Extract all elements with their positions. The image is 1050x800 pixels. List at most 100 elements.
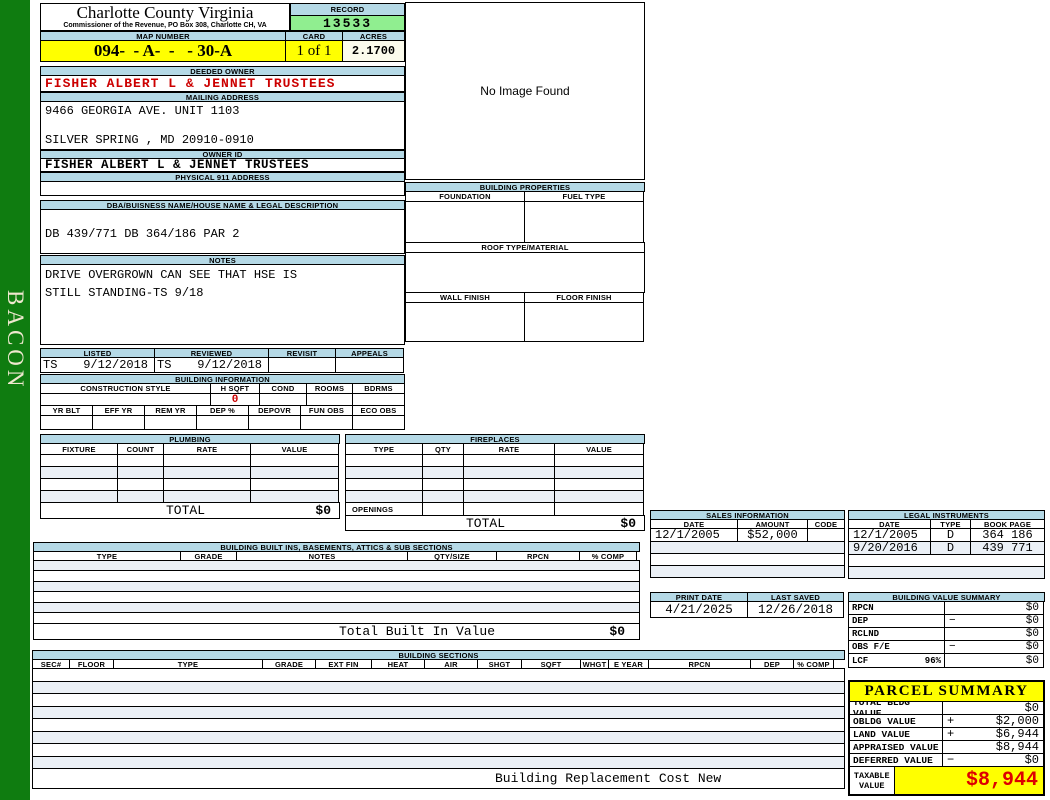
table-row: RPCN $0 <box>848 601 1045 615</box>
ps-value-text: $0 <box>1024 753 1039 767</box>
empty-cell <box>554 502 644 516</box>
li-bookpage-value: 439 771 <box>970 541 1045 555</box>
revisit-value <box>268 357 336 373</box>
empty-cell <box>32 668 845 682</box>
fuel-type-value <box>524 201 644 243</box>
ps-op-text: + <box>947 714 955 728</box>
built-ins-total-label: Total Built In Value <box>339 624 496 639</box>
property-record-card: BACON Charlotte County Virginia Commissi… <box>0 0 1050 800</box>
sales-code-value <box>807 528 845 542</box>
table-row: DEP − $0 <box>848 614 1045 628</box>
ps-value-text: $2,000 <box>995 714 1039 728</box>
building-properties-table: BUILDING PROPERTIES FOUNDATION FUEL TYPE… <box>405 182 645 342</box>
ps-op-text: − <box>947 753 955 767</box>
deeded-owner-value: FISHER ALBERT L & JENNET TRUSTEES <box>40 75 405 92</box>
empty-cell <box>32 743 845 757</box>
empty-cell <box>650 565 845 578</box>
li-type-value: D <box>930 541 971 555</box>
map-number-value: 094- - A- - - 30-A <box>40 40 286 62</box>
bvs-value-text: $0 <box>1025 641 1039 653</box>
ps-row-label: DEFERRED VALUE <box>849 753 944 767</box>
record-box: RECORD 13533 <box>290 3 405 31</box>
ecoobs-value <box>352 415 405 430</box>
table-row: LCF 96% $0 <box>848 653 1045 668</box>
table-row: 12/1/2005 D 364 186 <box>848 528 1045 542</box>
reviewed-value: TS 9/12/2018 <box>154 357 269 373</box>
sales-amount-value: $52,000 <box>737 528 808 542</box>
no-image-text: No Image Found <box>480 84 570 98</box>
ps-row-label: TOTAL BLDG VALUE <box>849 701 944 715</box>
bvs-row-label: RPCN <box>848 601 945 615</box>
card-value: 1 of 1 <box>285 40 343 62</box>
deeded-owner-block: DEEDED OWNER FISHER ALBERT L & JENNET TR… <box>40 66 405 92</box>
mailing-address-line2: SILVER SPRING , MD 20910-0910 <box>45 133 254 147</box>
empty-cell <box>32 718 845 732</box>
table-row: DEFERRED VALUE − $0 <box>849 753 1044 767</box>
reviewed-date: 9/12/2018 <box>197 358 262 372</box>
li-bookpage-value: 364 186 <box>970 528 1045 542</box>
notes-box: DRIVE OVERGROWN CAN SEE THAT HSE IS STIL… <box>40 264 405 345</box>
print-date-value: 4/21/2025 <box>650 601 748 618</box>
building-sections-footer-row: Building Replacement Cost New <box>32 768 845 789</box>
empty-row <box>32 718 845 732</box>
taxable-value: $8,944 <box>893 766 1044 795</box>
review-table: LISTED REVIEWED REVISIT APPEALS TS 9/12/2… <box>40 348 405 373</box>
built-ins-total-row: Total Built In Value $0 <box>33 623 640 640</box>
ps-value-text: $6,944 <box>995 727 1039 741</box>
record-value: 13533 <box>290 15 405 31</box>
fireplaces-total-label: TOTAL <box>466 515 506 531</box>
funobs-value <box>300 415 353 430</box>
ps-value-text: $0 <box>1024 701 1039 715</box>
fireplaces-total-value: $0 <box>620 515 636 531</box>
ps-row-value: $0 <box>942 701 1044 715</box>
fireplaces-total-row: TOTAL $0 <box>345 515 645 531</box>
county-title: Charlotte County Virginia <box>76 3 254 22</box>
bvs-value-text: $0 <box>1025 602 1039 614</box>
empty-row <box>32 743 845 757</box>
table-row: LAND VALUE + $6,944 <box>849 727 1044 741</box>
table-row: APPRAISED VALUE $8,944 <box>849 740 1044 754</box>
bvs-label-text: DEP <box>852 616 869 626</box>
legal-description-block: DBA/BUISNESS NAME/HOUSE NAME & LEGAL DES… <box>40 200 405 254</box>
effyr-value <box>92 415 145 430</box>
bvs-row-value: − $0 <box>944 614 1044 628</box>
roof-type-value <box>405 252 645 293</box>
bvs-label-text: RCLND <box>852 629 880 639</box>
legal-description-value: DB 439/771 DB 364/186 PAR 2 <box>45 227 240 241</box>
built-ins-total-value: $0 <box>609 624 625 639</box>
parcel-summary-title: PARCEL SUMMARY <box>849 681 1044 702</box>
listed-date: 9/12/2018 <box>83 358 148 372</box>
empty-row <box>32 693 845 707</box>
bvs-label-text: RPCN <box>852 603 874 613</box>
parcel-summary-table: PARCEL SUMMARY TOTAL BLDG VALUE $0 OBLDG… <box>848 680 1045 796</box>
appeals-value <box>335 357 404 373</box>
plumbing-table: PLUMBING FIXTURE COUNT RATE VALUE TOTAL … <box>40 434 340 519</box>
bvs-row-value: $0 <box>944 601 1044 615</box>
bvs-row-label: OBS F/E <box>848 640 945 654</box>
ps-row-value: $8,944 <box>942 740 1044 754</box>
bvs-row-label: LCF 96% <box>848 653 945 668</box>
building-sections-table: BUILDING SECTIONS SEC# FLOOR TYPE GRADE … <box>32 650 845 789</box>
li-type-value: D <box>930 528 971 542</box>
wall-finish-value <box>405 302 525 342</box>
county-header-box: Charlotte County Virginia Commissioner o… <box>40 3 290 31</box>
table-row: RCLND $0 <box>848 627 1045 641</box>
yrblt-value <box>40 415 93 430</box>
building-value-summary-table: BUILDING VALUE SUMMARY RPCN $0 DEP − $0 R… <box>848 592 1045 668</box>
built-ins-table: BUILDING BUILT INS, BASEMENTS, ATTICS & … <box>33 542 640 640</box>
owner-id-block: OWNER ID FISHER ALBERT L & JENNET TRUSTE… <box>40 150 405 172</box>
county-subtitle: Commissioner of the Revenue, PO Box 308,… <box>63 22 267 29</box>
bvs-op-text: − <box>949 615 956 627</box>
foundation-value <box>405 201 525 243</box>
notes-block: NOTES DRIVE OVERGROWN CAN SEE THAT HSE I… <box>40 255 405 345</box>
listed-by: TS <box>43 358 58 372</box>
li-date-value: 12/1/2005 <box>848 528 931 542</box>
floor-finish-value <box>524 302 644 342</box>
sales-date-value: 12/1/2005 <box>650 528 738 542</box>
ps-row-value: + $6,944 <box>942 727 1044 741</box>
bvs-label-text: OBS F/E <box>852 642 890 652</box>
bvs-value-text: $0 <box>1025 654 1039 667</box>
ps-op-text: + <box>947 727 955 741</box>
plumbing-total-value: $0 <box>315 503 331 518</box>
map-card-acres-table: MAP NUMBER CARD ACRES 094- - A- - - 30-A… <box>40 31 405 62</box>
